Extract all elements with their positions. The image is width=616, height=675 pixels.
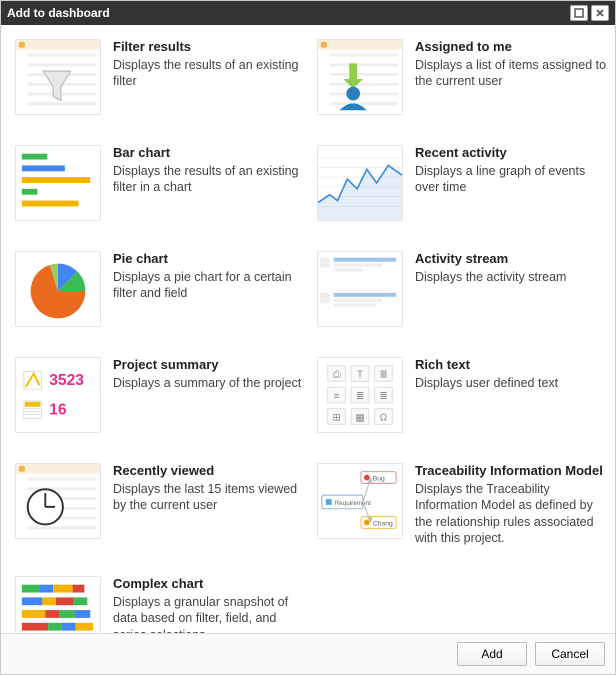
modal-footer: Add Cancel: [1, 633, 615, 674]
gadget-text: Recent activity Displays a line graph of …: [415, 145, 609, 221]
pie-chart-icon: [15, 251, 101, 327]
close-icon: [595, 8, 605, 18]
gadget-text: Traceability Information Model Displays t…: [415, 463, 609, 546]
gadget-name: Bar chart: [113, 145, 307, 160]
gadget-traceability[interactable]: Bug Requirement Chang Traceability Informat…: [317, 463, 609, 546]
complex-chart-icon: [15, 576, 101, 633]
gadget-text: Bar chart Displays the results of an exis…: [113, 145, 307, 221]
line-chart-icon: [317, 145, 403, 221]
clock-icon: [15, 463, 101, 539]
funnel-icon: [15, 39, 101, 115]
gadget-text: Pie chart Displays a pie chart for a cert…: [113, 251, 307, 327]
gadget-rich-text[interactable]: ⎙ T ≣ ≡ ≣ ≣ ⊞ ▦ Ω Rich text Displays user defined …: [317, 357, 609, 433]
gadget-list-scroll[interactable]: Filter results Displays the results of an…: [1, 25, 615, 633]
gadget-text: Assigned to me Displays a list of items a…: [415, 39, 609, 115]
cancel-button[interactable]: Cancel: [535, 642, 605, 666]
gadget-name: Assigned to me: [415, 39, 609, 54]
gadget-text: Activity stream Displays the activity str…: [415, 251, 609, 327]
gadget-description: Displays the Traceability Information Mo…: [415, 481, 609, 546]
gadget-description: Displays the last 15 items viewed by the…: [113, 481, 307, 514]
gadget-description: Displays the results of an existing filt…: [113, 163, 307, 196]
gadget-name: Project summary: [113, 357, 307, 372]
gadget-description: Displays a line graph of events over tim…: [415, 163, 609, 196]
add-button[interactable]: Add: [457, 642, 527, 666]
gadget-name: Recent activity: [415, 145, 609, 160]
gadget-project-summary[interactable]: 3523 16 Project summary Displays a summary …: [15, 357, 307, 433]
gadget-text: Project summary Displays a summary of the…: [113, 357, 307, 433]
bar-chart-icon: [15, 145, 101, 221]
traceability-icon: Bug Requirement Chang: [317, 463, 403, 539]
gadget-description: Displays the results of an existing filt…: [113, 57, 307, 90]
gadget-complex-chart[interactable]: Complex chart Displays a granular snapsho…: [15, 576, 307, 633]
gadget-description: Displays the activity stream: [415, 269, 609, 285]
close-button[interactable]: [591, 5, 609, 21]
svg-text:≡: ≡: [334, 391, 340, 402]
gadget-text: Filter results Displays the results of an…: [113, 39, 307, 115]
svg-text:Bug: Bug: [373, 475, 385, 482]
svg-text:Ω: Ω: [380, 412, 387, 423]
gadget-text: Rich text Displays user defined text: [415, 357, 609, 433]
gadget-name: Filter results: [113, 39, 307, 54]
maximize-icon: [574, 8, 584, 18]
gadget-name: Complex chart: [113, 576, 307, 591]
gadget-description: Displays a list of items assigned to the…: [415, 57, 609, 90]
svg-text:3523: 3523: [49, 372, 84, 389]
gadget-pie-chart[interactable]: Pie chart Displays a pie chart for a cert…: [15, 251, 307, 327]
svg-text:▦: ▦: [355, 412, 364, 423]
gadget-text: Complex chart Displays a granular snapsho…: [113, 576, 307, 633]
svg-text:Requirement: Requirement: [335, 500, 371, 507]
gadget-name: Rich text: [415, 357, 609, 372]
gadget-name: Traceability Information Model: [415, 463, 609, 478]
gadget-name: Activity stream: [415, 251, 609, 266]
gadget-description: Displays a summary of the project: [113, 375, 307, 391]
svg-text:≣: ≣: [379, 369, 387, 380]
project-summary-icon: 3523 16: [15, 357, 101, 433]
gadget-assigned[interactable]: Assigned to me Displays a list of items a…: [317, 39, 609, 115]
gadget-name: Recently viewed: [113, 463, 307, 478]
gadget-text: Recently viewed Displays the last 15 item…: [113, 463, 307, 546]
gadget-funnel[interactable]: Filter results Displays the results of an…: [15, 39, 307, 115]
svg-text:⎙: ⎙: [333, 369, 341, 380]
gadget-name: Pie chart: [113, 251, 307, 266]
maximize-button[interactable]: [570, 5, 588, 21]
assigned-icon: [317, 39, 403, 115]
gadget-line-chart[interactable]: Recent activity Displays a line graph of …: [317, 145, 609, 221]
modal-title: Add to dashboard: [7, 6, 567, 20]
gadget-description: Displays a granular snapshot of data bas…: [113, 594, 307, 633]
gadget-bar-chart[interactable]: Bar chart Displays the results of an exis…: [15, 145, 307, 221]
titlebar: Add to dashboard: [1, 1, 615, 25]
gadget-description: Displays a pie chart for a certain filte…: [113, 269, 307, 302]
gadget-description: Displays user defined text: [415, 375, 609, 391]
svg-text:T: T: [357, 369, 363, 380]
svg-text:⊞: ⊞: [332, 412, 340, 423]
svg-text:16: 16: [49, 402, 67, 419]
svg-text:≣: ≣: [379, 391, 387, 402]
gadget-activity-stream[interactable]: Activity stream Displays the activity str…: [317, 251, 609, 327]
activity-stream-icon: [317, 251, 403, 327]
svg-text:≣: ≣: [356, 391, 364, 402]
rich-text-icon: ⎙ T ≣ ≡ ≣ ≣ ⊞ ▦ Ω: [317, 357, 403, 433]
gadget-clock[interactable]: Recently viewed Displays the last 15 item…: [15, 463, 307, 546]
add-to-dashboard-modal: Add to dashboard Filter results Displays …: [0, 0, 616, 675]
svg-text:Chang: Chang: [373, 520, 393, 527]
